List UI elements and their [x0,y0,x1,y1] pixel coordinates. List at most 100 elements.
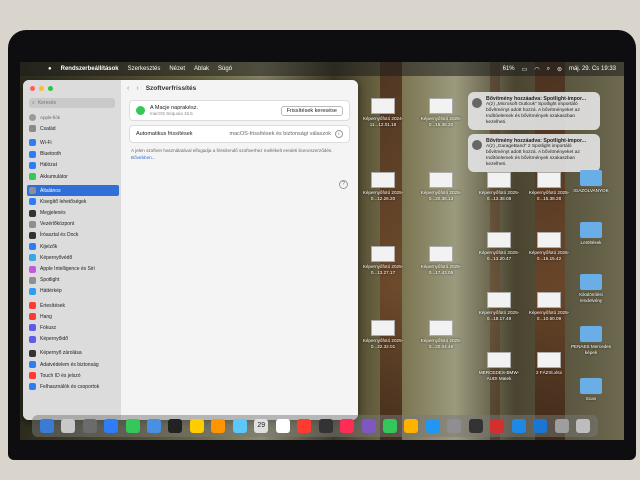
dock-app-icon[interactable] [468,419,483,433]
sidebar-item[interactable]: Értesítések [27,300,119,311]
dock-app-icon[interactable] [39,419,54,433]
sidebar-item[interactable]: Felhasználók és csoportok [27,381,119,392]
desktop-file[interactable]: Képernyőfotó 2025-0...15.15.42 [526,232,572,261]
zoom-icon[interactable] [48,86,53,91]
desktop[interactable]: ● Rendszerbeállítások Szerkesztés Nézet … [20,62,624,440]
info-icon[interactable]: i [335,130,343,138]
minimize-icon[interactable] [39,86,44,91]
apple-icon[interactable]: ● [48,66,52,72]
desktop-file[interactable]: Képernyőfotó 2025-0...13.27.17 [360,246,406,275]
battery-icon[interactable]: ▭ [522,66,528,73]
battery-percent[interactable]: 61% [503,66,515,72]
dock-app-icon[interactable] [490,419,505,433]
dock-app-icon[interactable] [425,419,440,433]
desktop-folder[interactable]: PENAES Mercedes képek [568,326,614,355]
desktop-file[interactable]: 2 FÁZIS.xlsx [526,352,572,376]
folder-label: PENAES Mercedes képek [570,344,612,355]
sidebar-item[interactable]: Adatvédelem és biztonság [27,359,119,370]
dock-app-icon[interactable] [168,419,183,433]
dock-app-icon[interactable] [318,419,333,433]
sidebar-item[interactable]: Általános [27,185,119,197]
sidebar-item[interactable]: Fókusz [27,322,119,333]
sidebar-item[interactable]: Akkumulátor [27,171,119,182]
sidebar-item[interactable]: Vezérlőközpont [27,219,119,230]
desktop-file[interactable]: Képernyőfotó 2025-0...17.43.05 [418,246,464,275]
sidebar-item-icon [29,254,36,262]
desktop-folder[interactable]: Scan [568,378,614,402]
sidebar-item[interactable]: Touch ID és jelszó [27,370,119,381]
dock-app-icon[interactable] [104,419,119,433]
update-status-panel: A Macje naprakész. macOS Sequoia 15.5 Fr… [129,100,350,121]
dock-app-icon[interactable] [211,419,226,433]
sidebar-item[interactable]: Hálózat [27,160,119,171]
dock-app-icon[interactable] [82,419,97,433]
dock-app-icon[interactable] [447,419,462,433]
search-input[interactable]: ⌕ Keresés [29,98,115,108]
desktop-folder[interactable]: IGAZOLVANYOK [568,170,614,194]
help-button[interactable]: ? [339,180,348,189]
desktop-file[interactable]: Képernyőfotó 2025-0...15.38.28 [526,172,572,201]
check-updates-button[interactable]: Frissítések keresése [280,105,343,116]
dock-app-icon[interactable] [361,419,376,433]
menu-item[interactable]: Ablak [194,66,209,72]
dock-app-icon[interactable] [61,419,76,433]
learn-more-link[interactable]: Bővebben... [131,155,156,160]
menu-item[interactable]: Szerkesztés [128,66,161,72]
sidebar-item[interactable]: Hang [27,311,119,322]
control-center-icon[interactable]: ⊜ [557,66,562,73]
desktop-file[interactable]: Képernyőfotó 2025-0...20.04.46 [418,320,464,349]
desktop-file[interactable]: Képernyőfotó 2025-0...18.17.49 [476,292,522,321]
dock-app-icon[interactable] [340,419,355,433]
dock-app-icon[interactable] [232,419,247,433]
sidebar-item-apple-account[interactable]: Apple-fiók [27,112,119,123]
desktop-file[interactable]: Képernyőfotó 2025-0...13.20.47 [476,232,522,261]
dock-app-icon[interactable] [146,419,161,433]
notification[interactable]: Bővítmény hozzáadva: Spotlight-impor... … [468,92,600,130]
clock[interactable]: máj. 29. Cs 19:33 [569,66,616,72]
desktop-file[interactable]: Képernyőfotó 2025-0...10.50.09 [526,292,572,321]
dock-app-icon[interactable] [404,419,419,433]
avatar [29,114,36,122]
dock-app-icon[interactable] [511,419,526,433]
sidebar-item[interactable]: Wi-Fi [27,137,119,148]
desktop-folder[interactable]: Letöltések [568,222,614,246]
menu-item[interactable]: Súgó [218,66,232,72]
sidebar-item[interactable]: Kijelzők [27,241,119,252]
sidebar-item[interactable]: Kisegítő lehetőségek [27,196,119,207]
dock-app-icon[interactable] [533,419,548,433]
sidebar-item[interactable]: Háttérkép [27,286,119,297]
forward-icon[interactable]: › [136,85,138,92]
menu-item[interactable]: Nézet [169,66,185,72]
desktop-file[interactable]: Képernyőfotó 2025-0...22.32.01 [360,320,406,349]
desktop-file[interactable]: MERCEDES-BMW-AUDI Matek [476,352,522,381]
sidebar-item[interactable]: Bluetooth [27,149,119,160]
sidebar-item[interactable]: Képernyővédő [27,252,119,263]
desktop-file[interactable]: Képernyőfotó 2024-11...12.01.18 [360,98,406,127]
desktop-file[interactable]: Képernyőfotó 2025-0...20.38.13 [418,172,464,201]
sidebar-item[interactable]: Apple Intelligence és Siri [27,263,119,274]
dock-app-icon[interactable] [125,419,140,433]
dock-app-icon[interactable] [189,419,204,433]
dock-app-icon[interactable] [576,419,591,433]
notification[interactable]: Bővítmény hozzáadva: Spotlight-impor... … [468,134,600,172]
spotlight-icon[interactable]: ⌕ [547,66,550,73]
desktop-file[interactable]: Képernyőfotó 2025-0...13.38.08 [476,172,522,201]
dock-app-icon[interactable] [382,419,397,433]
dock-app-icon[interactable] [554,419,569,433]
desktop-file[interactable]: Képernyőfotó 2025-0...12.26.20 [360,172,406,201]
desktop-file[interactable]: Képernyőfotó 2025-0...15.36.20 [418,98,464,127]
close-icon[interactable] [30,86,35,91]
sidebar-item[interactable]: Képernyőidő [27,334,119,345]
wifi-icon[interactable]: ◠ [534,66,539,73]
dock-app-icon[interactable] [297,419,312,433]
sidebar-item[interactable]: Íróasztal és Dock [27,230,119,241]
dock-app-icon[interactable] [275,419,290,433]
calendar-icon[interactable]: 29 [254,419,269,433]
sidebar-item[interactable]: Család [27,123,119,134]
desktop-folder[interactable]: Kikülönítési rendelvény [568,274,614,303]
menu-item[interactable]: Rendszerbeállítások [61,66,119,72]
sidebar-item[interactable]: Képernyő zárolása [27,348,119,359]
sidebar-item[interactable]: Megjelenés [27,208,119,219]
back-icon[interactable]: ‹ [127,85,129,92]
sidebar-item[interactable]: Spotlight [27,275,119,286]
